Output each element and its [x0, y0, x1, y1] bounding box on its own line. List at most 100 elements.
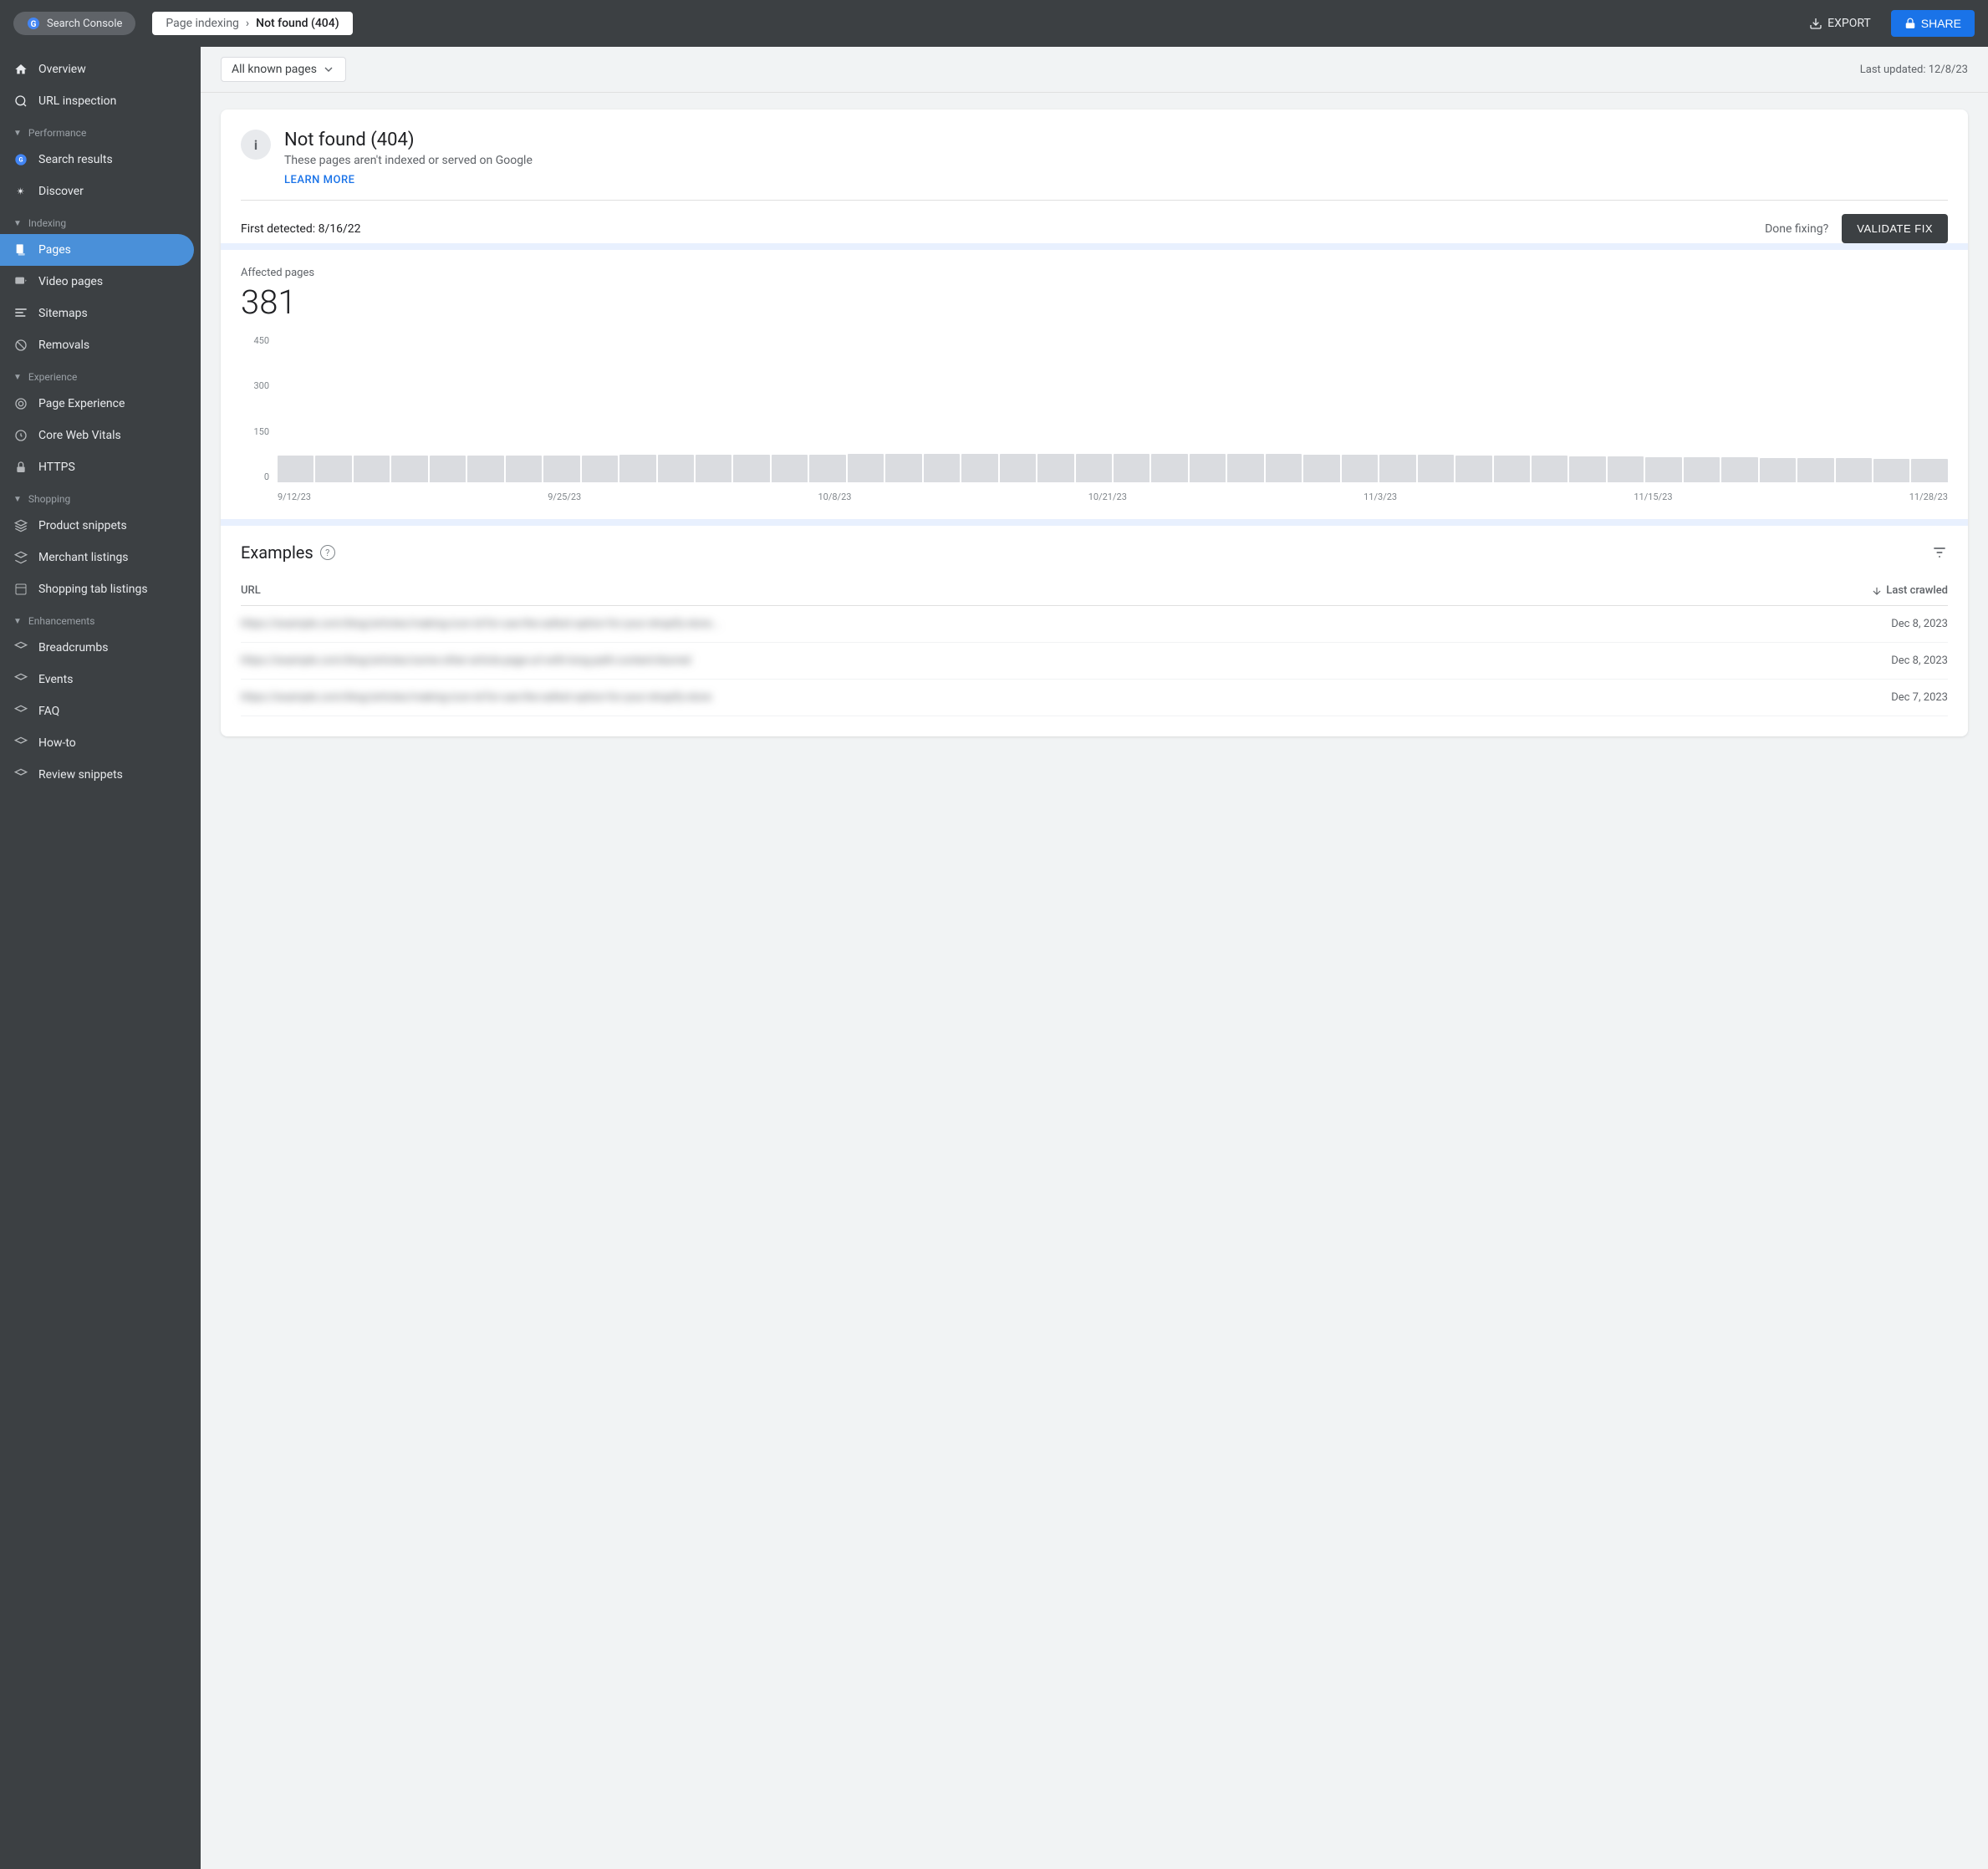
chart-bar [430, 456, 466, 482]
chart-bar [391, 456, 427, 482]
chart-bar [658, 455, 694, 482]
sidebar-item-faq[interactable]: FAQ [0, 695, 201, 727]
events-icon [13, 672, 28, 687]
review-snippets-icon [13, 767, 28, 782]
share-button[interactable]: SHARE [1891, 10, 1975, 37]
breadcrumb-parent[interactable]: Page indexing [166, 17, 239, 30]
performance-section-label: Performance [28, 127, 86, 139]
table-date-1: Dec 8, 2023 [1891, 618, 1948, 630]
validate-area: Done fixing? VALIDATE FIX [1765, 214, 1948, 243]
col-date[interactable]: Last crawled [1871, 584, 1948, 597]
alert-header: i Not found (404) These pages aren't ind… [241, 130, 1948, 186]
shopping-section-header[interactable]: ▼ Shopping [0, 483, 201, 510]
asterisk-icon: ✴ [13, 184, 28, 199]
home-icon [13, 62, 28, 77]
chart-bar [733, 455, 769, 482]
chart-y-label-150: 150 [241, 426, 274, 437]
chart-bar [809, 455, 845, 482]
filter-dropdown[interactable]: All known pages [221, 57, 346, 82]
sidebar-https-label: HTTPS [38, 461, 75, 474]
sidebar-core-web-vitals-label: Core Web Vitals [38, 429, 121, 442]
experience-section-header[interactable]: ▼ Experience [0, 361, 201, 388]
topbar: G Search Console Page indexing › Not fou… [0, 0, 1988, 47]
layout: Overview URL inspection ▼ Performance G … [0, 47, 1988, 1869]
chart-container: 450 300 150 0 9/12/23 9/25/23 10/8/23 10… [241, 335, 1948, 502]
shopping-section-label: Shopping [28, 493, 70, 505]
help-icon[interactable]: ? [320, 545, 335, 560]
sidebar-item-page-experience[interactable]: Page Experience [0, 388, 201, 420]
sidebar-item-core-web-vitals[interactable]: Core Web Vitals [0, 420, 201, 451]
info-icon: i [241, 130, 271, 160]
indexing-chevron: ▼ [13, 219, 22, 228]
chart-y-label-0: 0 [241, 471, 274, 482]
chart-bar [1227, 454, 1263, 482]
sidebar-item-shopping-tab[interactable]: Shopping tab listings [0, 573, 201, 605]
table-url-3[interactable]: https://example.com/blog/articles/making… [241, 691, 711, 704]
logo-text: Search Console [47, 18, 122, 30]
sidebar-item-product-snippets[interactable]: Product snippets [0, 510, 201, 542]
chart-bar [1076, 454, 1112, 482]
sidebar-video-pages-label: Video pages [38, 275, 103, 288]
indexing-section-header[interactable]: ▼ Indexing [0, 207, 201, 234]
sidebar-shopping-tab-label: Shopping tab listings [38, 583, 148, 596]
section-divider-2 [221, 519, 1968, 526]
sub-header: All known pages Last updated: 12/8/23 [201, 47, 1988, 93]
chart-bar [696, 455, 731, 482]
sidebar-overview-label: Overview [38, 63, 86, 76]
table-row: https://example.com/blog/articles/making… [241, 606, 1948, 643]
chart-x-label-7: 11/28/23 [1909, 491, 1948, 502]
sidebar-item-howto[interactable]: How-to [0, 727, 201, 759]
chart-bar [961, 454, 997, 482]
chart-bar [1684, 457, 1720, 482]
filter-icon[interactable] [1931, 544, 1948, 561]
main-card: i Not found (404) These pages aren't ind… [221, 109, 1968, 736]
table-date-2: Dec 8, 2023 [1891, 654, 1948, 667]
affected-count: 381 [241, 283, 1948, 322]
enhancements-chevron: ▼ [13, 617, 22, 626]
sidebar-item-sitemaps[interactable]: Sitemaps [0, 298, 201, 329]
export-button[interactable]: EXPORT [1799, 12, 1881, 35]
chart-bar [1797, 458, 1833, 482]
table-url-1[interactable]: https://example.com/blog/articles/making… [241, 618, 720, 630]
sidebar-item-removals[interactable]: Removals [0, 329, 201, 361]
chart-bar [1114, 454, 1149, 482]
performance-section-header[interactable]: ▼ Performance [0, 117, 201, 144]
sidebar-faq-label: FAQ [38, 705, 59, 718]
search-icon [13, 94, 28, 109]
sidebar-item-events[interactable]: Events [0, 664, 201, 695]
learn-more-link[interactable]: LEARN MORE [284, 174, 354, 186]
table-header: URL Last crawled [241, 576, 1948, 606]
alert-title: Not found (404) [284, 130, 533, 150]
breadcrumb-separator: › [246, 17, 249, 30]
sidebar-url-inspection-label: URL inspection [38, 94, 116, 108]
video-pages-icon [13, 274, 28, 289]
sidebar-item-discover[interactable]: ✴ Discover [0, 176, 201, 207]
chart-x-label-4: 10/21/23 [1088, 491, 1127, 502]
sidebar-item-https[interactable]: HTTPS [0, 451, 201, 483]
enhancements-section-header[interactable]: ▼ Enhancements [0, 605, 201, 632]
share-label: SHARE [1921, 17, 1961, 30]
sidebar-item-review-snippets[interactable]: Review snippets [0, 759, 201, 791]
sidebar-item-url-inspection[interactable]: URL inspection [0, 85, 201, 117]
validate-fix-button[interactable]: VALIDATE FIX [1842, 214, 1948, 243]
sidebar-item-breadcrumbs[interactable]: Breadcrumbs [0, 632, 201, 664]
sidebar-item-video-pages[interactable]: Video pages [0, 266, 201, 298]
chart-bar [467, 456, 503, 482]
core-web-vitals-icon [13, 428, 28, 443]
sidebar-item-overview[interactable]: Overview [0, 53, 201, 85]
table-row: https://example.com/blog/articles/some-o… [241, 643, 1948, 680]
chart-bar [1342, 455, 1378, 482]
chart-bar [1645, 457, 1681, 483]
table-url-2[interactable]: https://example.com/blog/articles/some-o… [241, 654, 691, 667]
chart-bar [1151, 454, 1187, 482]
sidebar: Overview URL inspection ▼ Performance G … [0, 47, 201, 1869]
sidebar-item-merchant-listings[interactable]: Merchant listings [0, 542, 201, 573]
sidebar-product-snippets-label: Product snippets [38, 519, 127, 532]
chart-bars-area [278, 335, 1948, 482]
sidebar-item-pages[interactable]: Pages [0, 234, 194, 266]
chart-bar [1455, 456, 1491, 482]
chart-y-label-450: 450 [241, 335, 274, 346]
svg-text:G: G [31, 20, 37, 29]
sidebar-item-search-results[interactable]: G Search results [0, 144, 201, 176]
alert-text-area: Not found (404) These pages aren't index… [284, 130, 533, 186]
